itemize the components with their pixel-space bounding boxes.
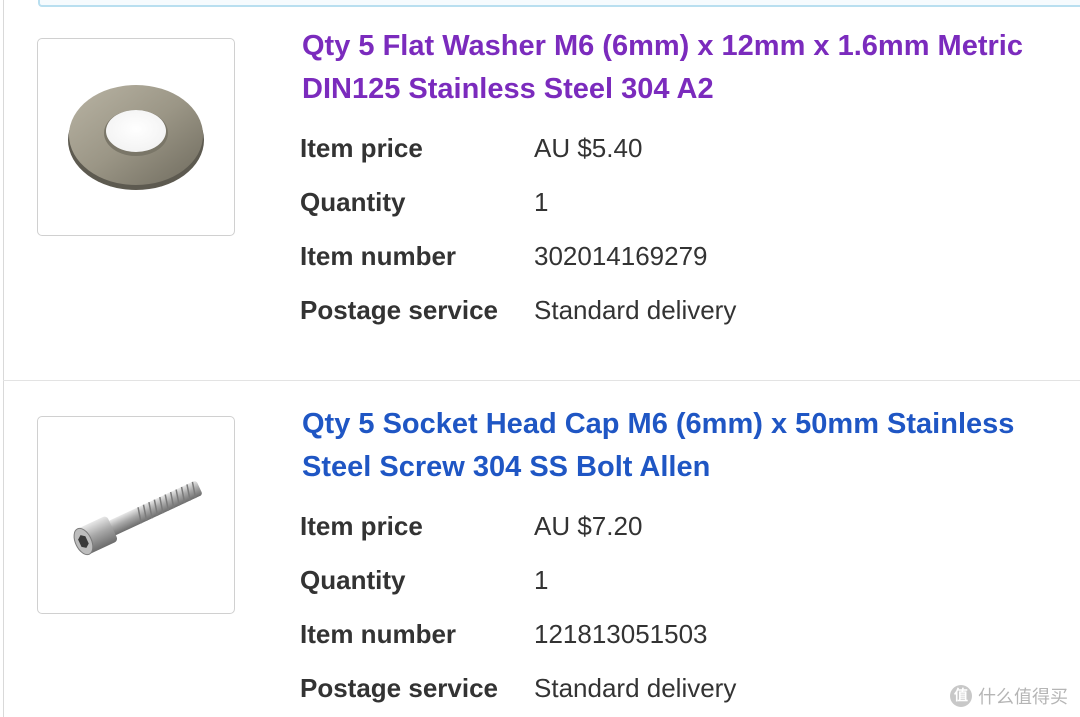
washer-image[interactable]: [37, 38, 235, 236]
item-price-value: AU $7.20: [534, 511, 643, 541]
item-number-row: Item number 121813051503: [300, 607, 1020, 661]
postage-service-value: Standard delivery: [534, 295, 737, 325]
quantity-label: Quantity: [300, 565, 406, 595]
watermark-text: 什么值得买: [978, 687, 1068, 707]
item-number-value: 121813051503: [534, 619, 708, 649]
item-number-label: Item number: [300, 619, 457, 649]
item-price-label: Item price: [300, 133, 423, 163]
item-price-row: Item price AU $7.20: [300, 499, 1020, 553]
postage-service-label: Postage service: [300, 295, 499, 325]
item-price-value: AU $5.40: [534, 133, 643, 163]
order-item: Qty 5 Socket Head Cap M6 (6mm) x 50mm St…: [0, 381, 1080, 717]
quantity-value: 1: [534, 187, 549, 217]
item-price-label: Item price: [300, 511, 423, 541]
item-title-link[interactable]: Qty 5 Flat Washer M6 (6mm) x 12mm x 1.6m…: [302, 25, 1062, 111]
screw-image[interactable]: [37, 416, 235, 614]
watermark-logo-icon: 值: [950, 685, 972, 707]
quantity-row: Quantity 1: [300, 553, 1020, 607]
postage-service-value: Standard delivery: [534, 673, 737, 703]
quantity-label: Quantity: [300, 187, 406, 217]
item-number-label: Item number: [300, 241, 457, 271]
postage-service-label: Postage service: [300, 673, 499, 703]
item-details: Item price AU $5.40 Quantity 1 Item numb…: [300, 121, 1020, 337]
postage-service-row: Postage service Standard delivery: [300, 283, 1020, 337]
quantity-value: 1: [534, 565, 549, 595]
postage-service-row: Postage service Standard delivery: [300, 661, 1020, 715]
screw-icon: [73, 481, 202, 556]
quantity-row: Quantity 1: [300, 175, 1020, 229]
item-number-value: 302014169279: [534, 241, 708, 271]
item-title-link[interactable]: Qty 5 Socket Head Cap M6 (6mm) x 50mm St…: [302, 403, 1062, 489]
item-number-row: Item number 302014169279: [300, 229, 1020, 283]
item-details: Item price AU $7.20 Quantity 1 Item numb…: [300, 499, 1020, 715]
watermark: 值 什么值得买: [950, 683, 1068, 709]
washer-icon: [68, 85, 204, 190]
order-item: Qty 5 Flat Washer M6 (6mm) x 12mm x 1.6m…: [0, 0, 1080, 380]
item-price-row: Item price AU $5.40: [300, 121, 1020, 175]
